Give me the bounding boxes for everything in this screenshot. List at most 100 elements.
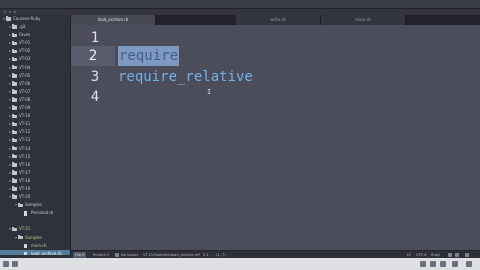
editor-line: 3 require_relative [71,67,480,87]
tree-item-label: VT-16 [19,161,31,167]
menu-dot-icon[interactable] [4,11,6,13]
folder-icon [18,235,23,240]
folder-icon [12,178,17,183]
folder-icon [12,113,17,119]
project-tree: ▾ Courses-Ruby ▸ .git ▸ Faves ▸ VT-01 ▸ VT-02 ▸ VT-… [0,15,71,255]
tree-folder[interactable]: ▾ VT-20 [0,193,70,201]
start-menu-icon[interactable] [3,261,9,267]
tree-item-label: VT-01 [19,40,31,46]
tree-folder[interactable]: ▸ VT-16 [0,161,70,169]
folder-icon [12,48,17,54]
menu-dot-icon[interactable] [9,11,11,13]
tree-folder[interactable]: ▾ Courses-Ruby [0,15,70,23]
tree-folder[interactable]: ▸ VT-10 [0,112,70,120]
tree-item-label: VT-06 [19,80,31,86]
tab-main[interactable]: main.rb [321,15,406,25]
tree-file[interactable]: Personal.rb [0,209,70,217]
tree-file[interactable]: main.rb [0,242,70,250]
folder-icon [12,81,17,86]
git-icon[interactable] [448,253,452,257]
tab-write[interactable]: write.rb [236,15,321,25]
tree-item-label: VT-11 [19,121,31,127]
tree-folder[interactable]: ▸ VT-07 [0,88,70,96]
tree-item-label: VT-14 [19,145,31,151]
folder-icon [12,65,17,70]
tree-folder[interactable]: ▸ VT-09 [0,104,70,112]
clock-icon[interactable] [452,261,458,267]
tree-file[interactable]: load_archive.rb [0,249,70,255]
tree-folder[interactable]: ▸ VT-08 [0,96,70,104]
tree-item-label: VT-09 [19,105,31,111]
tree-folder[interactable]: ▸ VT-04 [0,64,70,72]
tree-folder[interactable]: ▸ VT-06 [0,80,70,88]
file-icon [24,251,28,255]
tree-folder[interactable]: ▸ VT-15 [0,153,70,161]
folder-icon [12,186,17,191]
check-icon [115,253,119,257]
tree-item-label: Courses-Ruby [13,16,41,21]
tree-folder[interactable]: ▸ VT-18 [0,177,70,185]
tree-item-label: Samples [25,234,43,240]
tree-folder[interactable]: ▾ VT-21 [0,225,70,233]
show-desktop-icon[interactable] [466,261,472,267]
system-taskbar [0,258,480,270]
tree-item-label: Personal.rb [31,210,54,216]
tree-folder[interactable]: ▾ Samples [0,234,70,242]
tree-item-label: Faves [19,32,31,38]
tree-item-label: VT-12 [19,129,31,135]
code-text[interactable]: require_relative [118,67,253,87]
tree-folder[interactable]: ▸ VT-17 [0,169,70,177]
code-editor[interactable]: 1 2 require 3 require_relative 4 I [71,25,480,250]
folder-icon [12,194,17,199]
tab-load-archive[interactable]: load_archive.rb [71,15,156,25]
tree-item-label: VT-04 [19,64,31,70]
tree-folder[interactable]: ▸ Faves [0,31,70,39]
folder-icon [12,56,17,62]
tree-item-label: VT-20 [19,194,31,200]
line-number: 4 [90,89,100,105]
app-icon[interactable] [12,261,18,267]
tree-item-label: VT-10 [19,113,31,119]
tree-folder[interactable]: ▸ VT-02 [0,47,70,55]
tree-folder[interactable]: ▸ VT-05 [0,72,70,80]
mouse-cursor-icon: I [207,88,212,96]
tree-item-label: VT-13 [19,137,31,143]
tree-item-label: VT-17 [19,169,31,175]
tree-folder[interactable]: ▸ VT-03 [0,55,70,63]
folder-icon [12,105,17,110]
tree-item-label: VT-18 [19,177,31,183]
tree-folder[interactable]: ▸ VT-12 [0,128,70,136]
folder-icon [12,137,17,143]
menu-dot-icon[interactable] [14,11,16,13]
tree-folder[interactable]: ▸ .git [0,23,70,31]
folder-icon [12,129,17,135]
github-icon[interactable] [455,253,459,257]
tree-item-label: VT-05 [19,72,31,78]
editor-line: 4 [71,87,480,107]
tree-folder[interactable]: ▸ VT-13 [0,136,70,144]
tree-item-label: VT-02 [19,48,31,54]
tree-item-label: VT-03 [19,56,31,62]
selected-code-text[interactable]: require [118,46,180,66]
window-titlebar [0,0,480,9]
folder-icon [12,170,17,175]
folder-icon [12,24,17,29]
folder-icon [12,32,17,38]
tree-folder[interactable]: ▾ Samples [0,201,70,209]
tree-item-label: VT-15 [19,153,31,159]
tree-folder[interactable]: ▸ VT-19 [0,185,70,193]
tree-folder[interactable]: ▸ VT-01 [0,39,70,47]
tray-icon[interactable] [420,261,426,267]
folder-icon [12,154,17,159]
folder-icon [18,202,23,208]
tree-folder[interactable]: ▸ VT-14 [0,145,70,153]
tree-folder[interactable]: ▸ VT-11 [0,120,70,128]
folder-icon [6,16,11,21]
notification-icon[interactable] [465,253,469,257]
tree-item-label: VT-19 [19,185,31,191]
tree-item-label: Samples [25,202,43,208]
tray-icon[interactable] [440,261,446,267]
tab-bar: load_archive.rb write.rb main.rb [71,15,480,25]
tray-icon[interactable] [430,261,436,267]
